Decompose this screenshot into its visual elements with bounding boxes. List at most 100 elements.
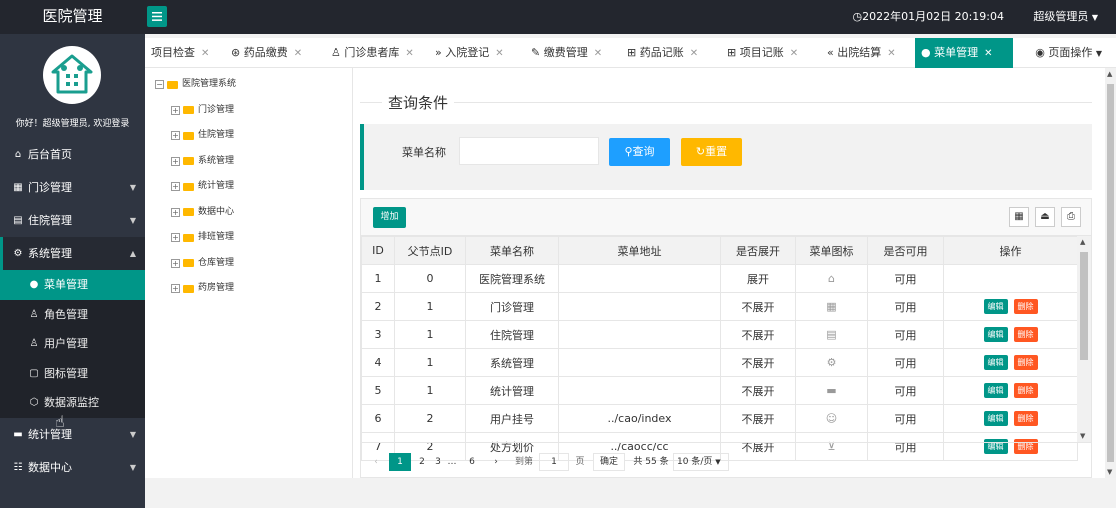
collapse-icon[interactable]: −	[155, 80, 164, 90]
sidebar-item-home[interactable]: ⌂ 后台首页	[0, 138, 145, 171]
sidebar-item-data-center[interactable]: ☷ 数据中心 ▼	[0, 451, 145, 484]
column-header[interactable]: 菜单名称	[465, 236, 559, 265]
column-header[interactable]: ID	[361, 236, 395, 265]
delete-button[interactable]: 删除	[1013, 383, 1038, 398]
table-row[interactable]: 1 0 医院管理系统 展开 ⌂ 可用	[361, 264, 1078, 293]
tab-project-check[interactable]: 项目检查 ✕	[145, 38, 225, 68]
tab-project-account[interactable]: ⊞ 项目记账 ✕	[721, 38, 821, 68]
tree-node[interactable]: + 门诊管理	[155, 98, 345, 124]
tree-node[interactable]: + 住院管理	[155, 123, 345, 149]
column-header[interactable]: 是否可用	[867, 236, 944, 265]
tab-payment-manage[interactable]: ✎ 缴费管理 ✕	[525, 38, 621, 68]
prev-page-icon[interactable]: ‹	[369, 453, 383, 471]
close-icon[interactable]: ✕	[405, 48, 413, 59]
sidebar-item-statistics[interactable]: ▬ 统计管理 ▼	[0, 418, 145, 451]
tab-bar: 项目检查 ✕ ⊛ 药品缴费 ✕ ♙ 门诊患者库 ✕ » 入院登记 ✕ ✎ 缴费管理 ✕ ⊞…	[145, 38, 1116, 68]
sidebar-item-system[interactable]: ⚙ 系统管理 ▲	[0, 237, 145, 270]
table-row[interactable]: 6 2 用户挂号 ../cao/index 不展开 ☺ 可用 编辑 删除	[361, 404, 1078, 433]
tree-node[interactable]: + 统计管理	[155, 174, 345, 200]
page-number[interactable]: 6	[465, 453, 479, 471]
user-menu[interactable]: 超级管理员 ▼	[1033, 0, 1098, 35]
reset-button[interactable]: ↻重置	[681, 138, 742, 166]
edit-button[interactable]: 编辑	[983, 383, 1008, 398]
sidebar-item-role-manage[interactable]: ♙ 角色管理	[0, 300, 145, 330]
tab-discharge[interactable]: « 出院结算 ✕	[821, 38, 915, 68]
scroll-down-icon[interactable]: ▼	[1107, 468, 1112, 476]
menu-toggle-button[interactable]	[147, 6, 167, 27]
search-button[interactable]: ⚲查询	[609, 138, 670, 166]
expand-icon[interactable]: +	[171, 233, 180, 243]
page-number-current[interactable]: 1	[389, 453, 411, 471]
table-row[interactable]: 4 1 系统管理 不展开 ⚙ 可用 编辑 删除	[361, 348, 1078, 377]
tab-outpatient-library[interactable]: ♙ 门诊患者库 ✕	[325, 38, 429, 68]
close-icon[interactable]: ✕	[984, 48, 992, 59]
goto-page-input[interactable]: 1	[539, 453, 569, 471]
tree-node[interactable]: + 系统管理	[155, 149, 345, 175]
close-icon[interactable]: ✕	[594, 48, 602, 59]
page-scrollbar[interactable]: ▲ ▼	[1105, 68, 1116, 478]
tab-drug-payment[interactable]: ⊛ 药品缴费 ✕	[225, 38, 325, 68]
expand-icon[interactable]: +	[171, 284, 180, 294]
tree-node[interactable]: + 药房管理	[155, 276, 345, 302]
page-operations-menu[interactable]: ◉ 页面操作 ▼	[1035, 38, 1102, 68]
scroll-down-icon[interactable]: ▼	[1080, 432, 1085, 440]
expand-icon[interactable]: +	[171, 258, 180, 268]
column-header[interactable]: 是否展开	[720, 236, 796, 265]
expand-icon[interactable]: +	[171, 105, 180, 115]
close-icon[interactable]: ✕	[790, 48, 798, 59]
page-number[interactable]: 2	[415, 453, 429, 471]
scroll-thumb[interactable]	[1107, 84, 1114, 462]
sidebar-item-datasource-monitor[interactable]: ⬡ 数据源监控	[0, 388, 145, 418]
menu-name-input[interactable]	[459, 137, 599, 165]
close-icon[interactable]: ✕	[201, 48, 209, 59]
tree-node-root[interactable]: − 医院管理系统	[155, 72, 345, 98]
goto-confirm-button[interactable]: 确定	[593, 453, 625, 471]
delete-button[interactable]: 删除	[1013, 411, 1038, 426]
column-header[interactable]: 操作	[943, 236, 1078, 265]
table-scrollbar[interactable]: ▲ ▼	[1077, 236, 1091, 442]
close-icon[interactable]: ✕	[690, 48, 698, 59]
print-icon[interactable]: ⎙	[1061, 207, 1081, 227]
edit-button[interactable]: 编辑	[983, 355, 1008, 370]
column-header[interactable]: 父节点ID	[394, 236, 466, 265]
close-icon[interactable]: ✕	[495, 48, 503, 59]
sidebar-item-menu-manage[interactable]: ● 菜单管理	[0, 270, 145, 300]
scroll-thumb[interactable]	[1080, 252, 1088, 360]
scroll-up-icon[interactable]: ▲	[1080, 238, 1085, 246]
next-page-icon[interactable]: ›	[489, 453, 503, 471]
sidebar-item-outpatient[interactable]: ▦ 门诊管理 ▼	[0, 171, 145, 204]
export-icon[interactable]: ⏏	[1035, 207, 1055, 227]
edit-button[interactable]: 编辑	[983, 411, 1008, 426]
close-icon[interactable]: ✕	[887, 48, 895, 59]
sidebar-item-user-manage[interactable]: ♙ 用户管理	[0, 329, 145, 359]
tree-node[interactable]: + 仓库管理	[155, 251, 345, 277]
expand-icon[interactable]: +	[171, 207, 180, 217]
expand-icon[interactable]: +	[171, 156, 180, 166]
tab-drug-account[interactable]: ⊞ 药品记账 ✕	[621, 38, 721, 68]
expand-icon[interactable]: +	[171, 131, 180, 141]
cell-id: 5	[361, 376, 395, 405]
column-header[interactable]: 菜单图标	[795, 236, 868, 265]
delete-button[interactable]: 删除	[1013, 355, 1038, 370]
sidebar-item-icon-manage[interactable]: ▢ 图标管理	[0, 359, 145, 389]
tree-node[interactable]: + 数据中心	[155, 200, 345, 226]
add-button[interactable]: 增加	[373, 207, 406, 228]
expand-icon[interactable]: +	[171, 182, 180, 192]
table-row[interactable]: 5 1 统计管理 不展开 ▬ 可用 编辑 删除	[361, 376, 1078, 405]
edit-button[interactable]: 编辑	[983, 299, 1008, 314]
sidebar-item-inpatient[interactable]: ▤ 住院管理 ▼	[0, 204, 145, 237]
table-row[interactable]: 3 1 住院管理 不展开 ▤ 可用 编辑 删除	[361, 320, 1078, 349]
delete-button[interactable]: 删除	[1013, 299, 1038, 314]
columns-filter-icon[interactable]: ▦	[1009, 207, 1029, 227]
tab-menu-manage[interactable]: ● 菜单管理 ✕	[915, 38, 1013, 68]
scroll-up-icon[interactable]: ▲	[1107, 70, 1112, 78]
table-row[interactable]: 2 1 门诊管理 不展开 ▦ 可用 编辑 删除	[361, 292, 1078, 321]
page-size-select[interactable]: 10 条/页 ▼	[673, 453, 729, 471]
edit-button[interactable]: 编辑	[983, 327, 1008, 342]
close-icon[interactable]: ✕	[294, 48, 302, 59]
tab-admission[interactable]: » 入院登记 ✕	[429, 38, 525, 68]
tree-node[interactable]: + 排班管理	[155, 225, 345, 251]
column-header[interactable]: 菜单地址	[558, 236, 721, 265]
page-number[interactable]: 3	[431, 453, 445, 471]
delete-button[interactable]: 删除	[1013, 327, 1038, 342]
